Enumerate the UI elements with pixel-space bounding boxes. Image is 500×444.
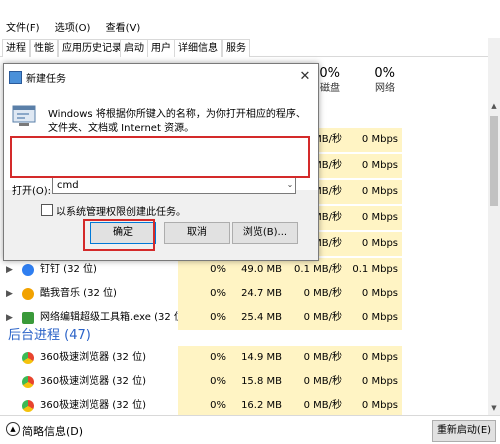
close-icon[interactable]: ✕ xyxy=(294,66,316,88)
column-network[interactable]: 0% 网络 xyxy=(360,60,395,100)
dialog-titlebar: 新建任务 ✕ xyxy=(4,64,318,90)
tab-bar: 进程 性能 应用历史记录 启动 用户 详细信息 服务 xyxy=(0,38,500,57)
admin-checkbox-label[interactable]: 以系统管理权限创建此任务。 xyxy=(41,203,186,218)
memory-cell: 15.8 MB xyxy=(230,370,286,394)
network-cell: 0 Mbps xyxy=(346,306,402,330)
table-row[interactable]: 360极速浏览器 (32 位) 0% 14.9 MB 0 MB/秒 0 Mbps xyxy=(0,346,488,370)
network-cell: 0.1 Mbps xyxy=(346,258,402,282)
toolbox-icon xyxy=(22,312,34,324)
scroll-thumb[interactable] xyxy=(490,116,498,206)
network-percent: 0% xyxy=(374,66,395,81)
open-input[interactable]: cmd xyxy=(52,176,296,194)
process-name: 360极速浏览器 (32 位) xyxy=(40,352,146,363)
network-cell: 0 Mbps xyxy=(346,180,402,204)
column-disk[interactable]: 0% 磁盘 xyxy=(318,60,340,100)
network-cell: 0 Mbps xyxy=(346,128,402,152)
process-name: 酷我音乐 (32 位) xyxy=(40,288,117,299)
disk-cell: 0 MB/秒 xyxy=(285,306,346,330)
cancel-button[interactable]: 取消 xyxy=(164,222,230,244)
chevron-up-icon[interactable]: ▲ xyxy=(6,422,20,436)
memory-cell: 25.4 MB xyxy=(230,306,286,330)
cpu-cell: 0% xyxy=(178,282,230,306)
disk-cell: 0 MB/秒 xyxy=(285,370,346,394)
memory-cell: 14.9 MB xyxy=(230,346,286,370)
menu-file[interactable]: 文件(F) xyxy=(6,20,40,38)
tab-startup[interactable]: 启动 xyxy=(120,39,148,57)
browse-button[interactable]: 浏览(B)... xyxy=(232,222,298,244)
cpu-cell: 0% xyxy=(178,370,230,394)
cpu-cell: 0% xyxy=(178,346,230,370)
menu-options[interactable]: 选项(O) xyxy=(55,20,91,38)
run-window-icon xyxy=(9,71,22,84)
table-row[interactable]: ▶ 钉钉 (32 位) 0% 49.0 MB 0.1 MB/秒 0.1 Mbps xyxy=(0,258,488,282)
admin-checkbox-text: 以系统管理权限创建此任务。 xyxy=(56,207,186,218)
tab-app-history[interactable]: 应用历史记录 xyxy=(58,39,126,57)
network-cell: 0 Mbps xyxy=(346,232,402,256)
run-app-icon xyxy=(12,105,36,126)
dialog-title: 新建任务 xyxy=(26,74,66,85)
chevron-right-icon[interactable]: ▶ xyxy=(6,282,13,306)
network-cell: 0 Mbps xyxy=(346,346,402,370)
browser-icon xyxy=(22,352,34,364)
tab-performance[interactable]: 性能 xyxy=(30,39,58,57)
process-name: 360极速浏览器 (32 位) xyxy=(40,376,146,387)
restart-button[interactable]: 重新启动(E) xyxy=(432,420,496,442)
disk-cell: 0 MB/秒 xyxy=(285,346,346,370)
input-highlight-box xyxy=(10,136,310,178)
disk-percent: 0% xyxy=(319,66,340,81)
network-cell: 0 Mbps xyxy=(346,206,402,230)
browser-icon xyxy=(22,376,34,388)
dingtalk-icon xyxy=(22,264,34,276)
admin-checkbox[interactable] xyxy=(41,204,53,216)
task-manager-titlebar xyxy=(0,0,500,20)
tab-processes[interactable]: 进程 xyxy=(2,39,30,57)
dialog-description: Windows 将根据你所键入的名称，为你打开相应的程序、文件夹、文档或 Int… xyxy=(48,109,306,134)
scroll-up-icon[interactable]: ▲ xyxy=(488,100,500,112)
network-cell: 0 Mbps xyxy=(346,154,402,178)
open-label: 打开(O): xyxy=(12,186,52,197)
table-row[interactable]: 360极速浏览器 (32 位) 0% 15.8 MB 0 MB/秒 0 Mbps xyxy=(0,370,488,394)
ok-highlight-box xyxy=(83,219,155,251)
background-processes-title: 后台进程 (47) xyxy=(8,328,91,343)
table-row[interactable]: ▶ 酷我音乐 (32 位) 0% 24.7 MB 0 MB/秒 0 Mbps xyxy=(0,282,488,306)
cpu-cell: 0% xyxy=(178,258,230,282)
tab-users[interactable]: 用户 xyxy=(147,39,175,57)
scroll-down-icon[interactable]: ▼ xyxy=(488,402,500,414)
tab-details[interactable]: 详细信息 xyxy=(174,39,222,57)
network-label: 网络 xyxy=(375,83,395,94)
vertical-scrollbar[interactable]: ▲ ▼ xyxy=(488,38,500,415)
network-cell: 0 Mbps xyxy=(346,282,402,306)
network-cell: 0 Mbps xyxy=(346,370,402,394)
memory-cell: 24.7 MB xyxy=(230,282,286,306)
kuwo-music-icon xyxy=(22,288,34,300)
menu-view[interactable]: 查看(V) xyxy=(106,20,141,38)
chevron-right-icon[interactable]: ▶ xyxy=(6,258,13,282)
fewer-details-link[interactable]: 简略信息(D) xyxy=(22,423,83,439)
task-manager-footer: ▲ 简略信息(D) 重新启动(E) xyxy=(0,415,500,444)
memory-cell: 49.0 MB xyxy=(230,258,286,282)
process-name: 钉钉 (32 位) xyxy=(40,264,97,275)
disk-label: 磁盘 xyxy=(320,83,340,94)
browser-icon xyxy=(22,400,34,412)
disk-cell: 0.1 MB/秒 xyxy=(285,258,346,282)
menu-bar: 文件(F) 选项(O) 查看(V) xyxy=(0,20,500,38)
tab-services[interactable]: 服务 xyxy=(222,39,250,57)
disk-cell: 0 MB/秒 xyxy=(285,282,346,306)
cpu-cell: 0% xyxy=(178,306,230,330)
chevron-down-icon[interactable]: ⌄ xyxy=(284,176,296,194)
